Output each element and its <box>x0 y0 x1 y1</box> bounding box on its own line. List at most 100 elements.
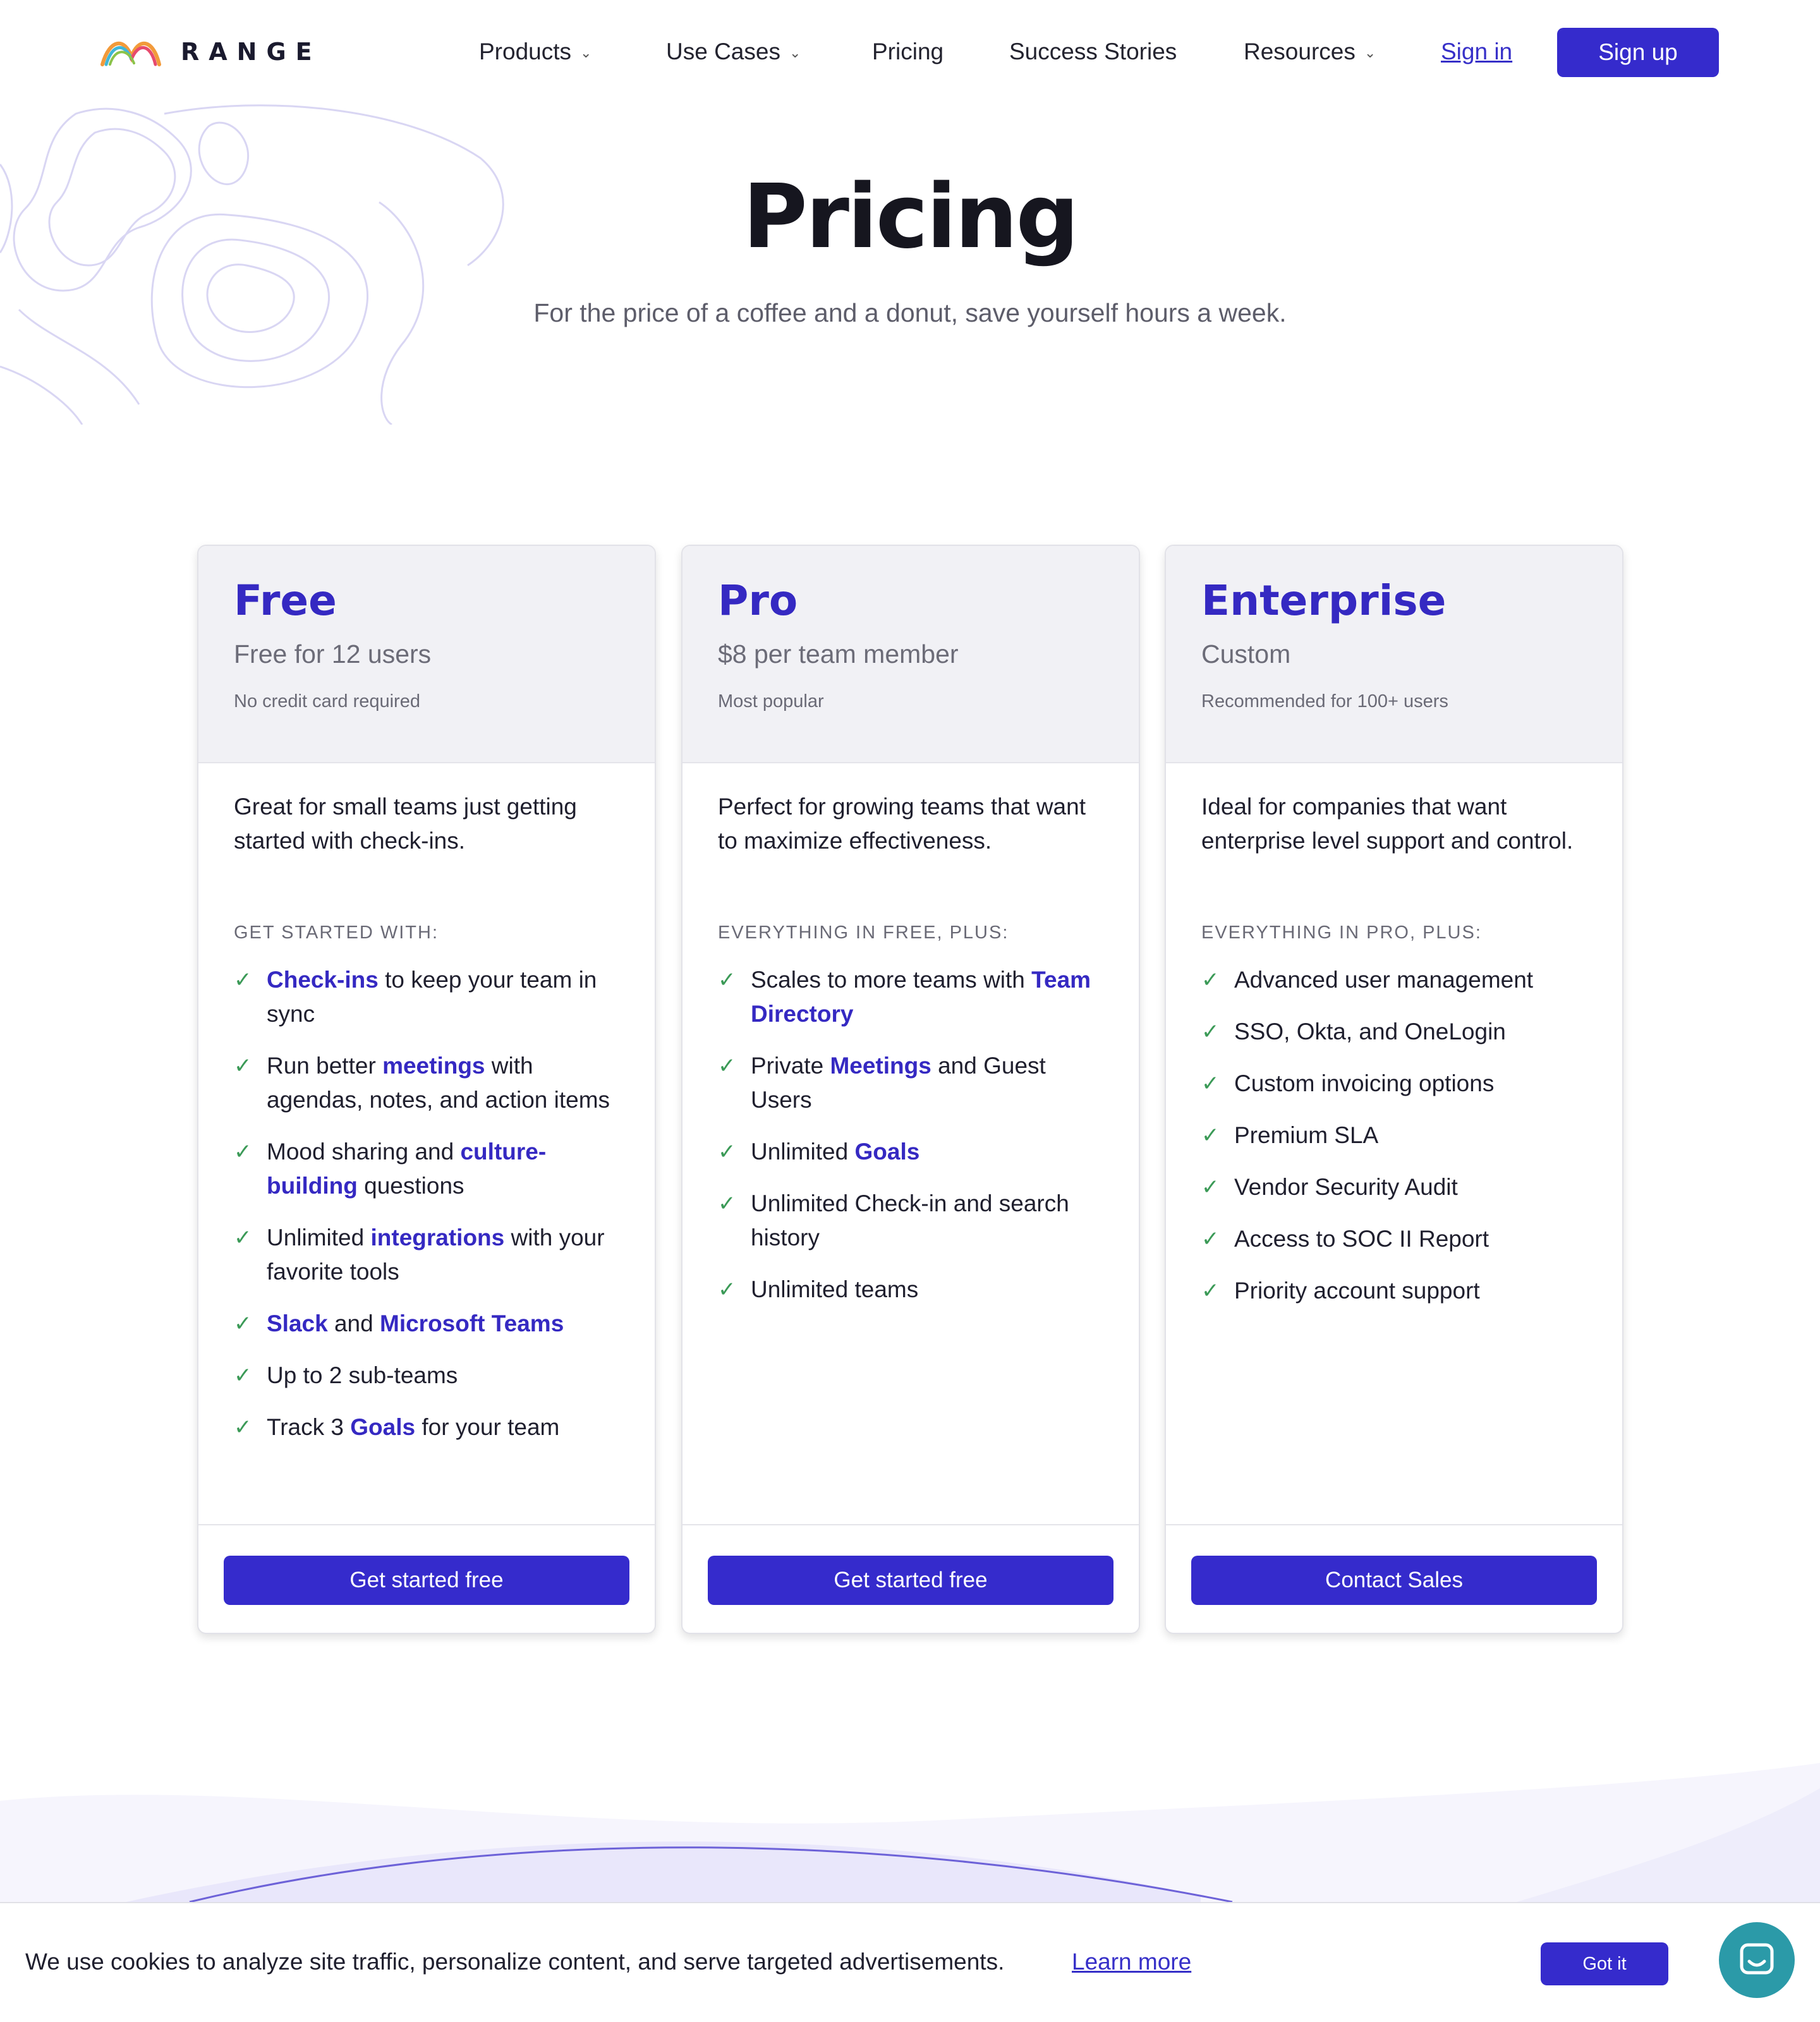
feature-highlight-link[interactable]: Check-ins <box>267 967 379 993</box>
chat-launcher-button[interactable] <box>1719 1922 1795 1998</box>
feature-item: ✓ Private Meetings and Guest Users <box>718 1049 1110 1117</box>
get-started-free-button[interactable]: Get started free <box>224 1556 629 1605</box>
nav-success-stories[interactable]: Success Stories <box>1009 34 1177 70</box>
feature-item: ✓ SSO, Okta, and OneLogin <box>1201 1015 1593 1049</box>
feature-item: ✓ Advanced user management <box>1201 963 1593 997</box>
get-started-free-button[interactable]: Get started free <box>708 1556 1113 1605</box>
plan-footer: Contact Sales <box>1166 1524 1622 1633</box>
feature-text: Unlimited <box>267 1225 371 1250</box>
sign-in-link[interactable]: Sign in <box>1441 34 1512 70</box>
feature-text: Run better <box>267 1053 383 1079</box>
feature-item: ✓ Priority account support <box>1201 1274 1593 1308</box>
feature-item: ✓ Slack and Microsoft Teams <box>234 1307 626 1341</box>
plan-description: Perfect for growing teams that want to m… <box>718 794 1086 854</box>
plan-footer: Get started free <box>682 1524 1139 1633</box>
got-it-button[interactable]: Got it <box>1541 1942 1668 1985</box>
plan-footer: Get started free <box>198 1524 655 1633</box>
feature-list: ✓ Scales to more teams with Team Director… <box>718 963 1110 1324</box>
checkmark-icon: ✓ <box>234 1226 252 1250</box>
plan-card-enterprise: Enterprise Custom Recommended for 100+ u… <box>1165 545 1623 1634</box>
feature-text: for your team <box>415 1414 560 1440</box>
feature-text: Access to SOC II Report <box>1234 1226 1489 1252</box>
feature-item: ✓ Unlimited teams <box>718 1273 1110 1307</box>
plan-name: Free <box>234 576 337 625</box>
plan-features-heading: EVERYTHING IN PRO, PLUS: <box>1201 923 1482 943</box>
feature-text: Scales to more teams with <box>751 967 1032 993</box>
feature-text: Vendor Security Audit <box>1234 1174 1458 1200</box>
nav-use-cases[interactable]: Use Cases ⌄ <box>666 34 801 70</box>
feature-item: ✓ Unlimited integrations with your favori… <box>234 1221 626 1289</box>
checkmark-icon: ✓ <box>234 968 252 992</box>
feature-item: ✓ Scales to more teams with Team Director… <box>718 963 1110 1031</box>
cookie-message: We use cookies to analyze site traffic, … <box>25 1949 1005 1975</box>
checkmark-icon: ✓ <box>1201 1227 1220 1251</box>
nav-resources[interactable]: Resources ⌄ <box>1244 34 1376 70</box>
nav-success-stories-label: Success Stories <box>1009 39 1177 64</box>
checkmark-icon: ✓ <box>234 1415 252 1439</box>
plan-header: Enterprise Custom Recommended for 100+ u… <box>1166 546 1622 763</box>
checkmark-icon: ✓ <box>718 1140 736 1164</box>
sign-up-button[interactable]: Sign up <box>1557 28 1719 77</box>
plan-note: Recommended for 100+ users <box>1201 691 1448 711</box>
nav-use-cases-label: Use Cases <box>666 39 780 64</box>
checkmark-icon: ✓ <box>718 1054 736 1078</box>
plan-description: Ideal for companies that want enterprise… <box>1201 794 1574 854</box>
checkmark-icon: ✓ <box>234 1312 252 1336</box>
learn-more-link[interactable]: Learn more <box>1072 1949 1191 1975</box>
checkmark-icon: ✓ <box>1201 1279 1220 1303</box>
feature-highlight-link[interactable]: meetings <box>382 1053 485 1079</box>
feature-item: ✓ Unlimited Check-in and search history <box>718 1187 1110 1255</box>
checkmark-icon: ✓ <box>234 1364 252 1388</box>
nav-resources-label: Resources <box>1244 39 1356 64</box>
checkmark-icon: ✓ <box>234 1054 252 1078</box>
checkmark-icon: ✓ <box>718 1278 736 1302</box>
feature-item: ✓ Up to 2 sub-teams <box>234 1359 626 1393</box>
feature-highlight-link[interactable]: Microsoft Teams <box>380 1311 564 1336</box>
chevron-down-icon: ⌄ <box>580 45 592 61</box>
plan-card-pro: Pro $8 per team member Most popular Perf… <box>681 545 1140 1634</box>
feature-item: ✓ Check-ins to keep your team in sync <box>234 963 626 1031</box>
checkmark-icon: ✓ <box>1201 968 1220 992</box>
checkmark-icon: ✓ <box>1201 1175 1220 1199</box>
page-title: Pricing <box>743 166 1079 269</box>
nav-products[interactable]: Products ⌄ <box>479 34 592 70</box>
brand-logo[interactable]: RANGE <box>100 33 322 71</box>
plan-note: No credit card required <box>234 691 420 711</box>
feature-text: SSO, Okta, and OneLogin <box>1234 1019 1506 1044</box>
plan-price: Custom <box>1201 639 1291 669</box>
feature-list: ✓ Advanced user management ✓ SSO, Okta, and… <box>1201 963 1593 1326</box>
feature-item: ✓ Unlimited Goals <box>718 1135 1110 1169</box>
checkmark-icon: ✓ <box>1201 1072 1220 1096</box>
plan-price: $8 per team member <box>718 639 959 669</box>
brand-name: RANGE <box>181 38 322 66</box>
feature-text: Advanced user management <box>1234 967 1534 993</box>
nav-pricing[interactable]: Pricing <box>872 34 943 70</box>
plan-description: Great for small teams just getting start… <box>234 794 577 854</box>
feature-text: Up to 2 sub-teams <box>267 1362 458 1388</box>
plan-note: Most popular <box>718 691 824 711</box>
feature-highlight-link[interactable]: Goals <box>855 1139 920 1165</box>
chevron-down-icon: ⌄ <box>1364 45 1376 61</box>
feature-list: ✓ Check-ins to keep your team in sync ✓ Run… <box>234 963 626 1462</box>
plan-features-heading: GET STARTED WITH: <box>234 923 439 943</box>
plan-price: Free for 12 users <box>234 639 432 669</box>
feature-text: Premium SLA <box>1234 1122 1379 1148</box>
feature-highlight-link[interactable]: integrations <box>371 1225 505 1250</box>
feature-text: Track 3 <box>267 1414 351 1440</box>
feature-text: Unlimited teams <box>751 1276 919 1302</box>
checkmark-icon: ✓ <box>718 968 736 992</box>
plan-name: Pro <box>718 576 798 625</box>
feature-item: ✓ Vendor Security Audit <box>1201 1170 1593 1204</box>
feature-text: Unlimited Check-in and search history <box>751 1190 1069 1250</box>
contact-sales-button[interactable]: Contact Sales <box>1191 1556 1597 1605</box>
feature-highlight-link[interactable]: Meetings <box>830 1053 931 1079</box>
plan-card-free: Free Free for 12 users No credit card re… <box>197 545 656 1634</box>
feature-item: ✓ Access to SOC II Report <box>1201 1222 1593 1256</box>
plan-header: Pro $8 per team member Most popular <box>682 546 1139 763</box>
plan-features-heading: EVERYTHING IN FREE, PLUS: <box>718 923 1009 943</box>
feature-highlight-link[interactable]: Goals <box>350 1414 415 1440</box>
feature-text: Custom invoicing options <box>1234 1070 1495 1096</box>
plan-header: Free Free for 12 users No credit card re… <box>198 546 655 763</box>
feature-highlight-link[interactable]: Slack <box>267 1311 328 1336</box>
wave-decoration <box>0 1763 1820 1902</box>
